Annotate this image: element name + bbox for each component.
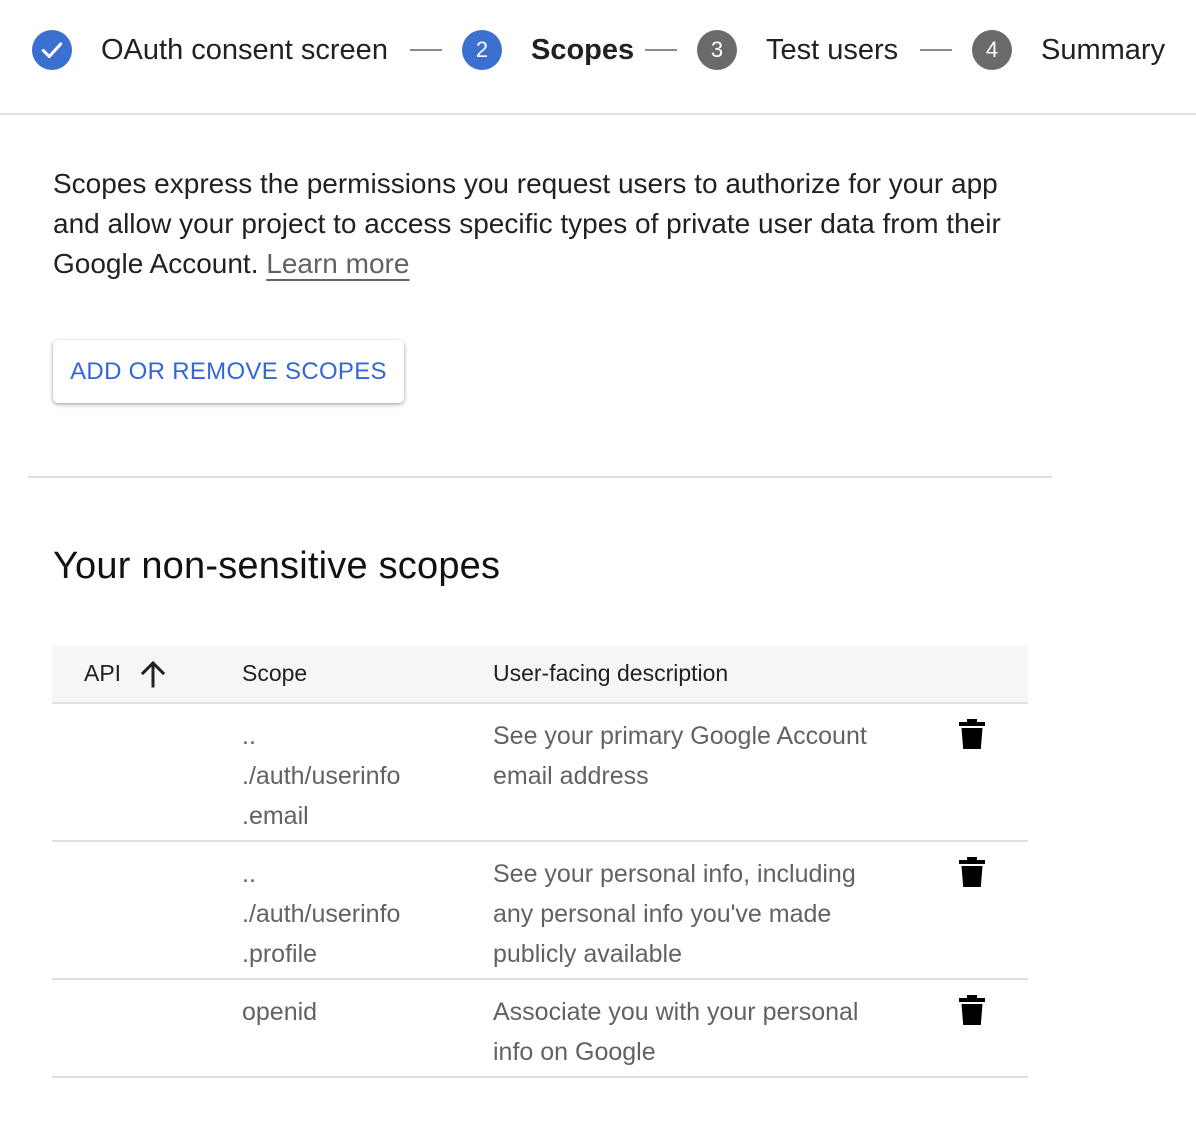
section-divider [28,476,1052,478]
table-header: API Scope User-facing description [52,646,1028,704]
section-title: Your non-sensitive scopes [53,545,501,587]
scopes-intro-text: Scopes express the permissions you reque… [53,164,1033,284]
scope-text: .. [242,860,256,888]
step-test-users[interactable]: 3 Test users [697,30,898,70]
table-row: .. ./auth/userinfo .email See your prima… [52,704,1028,842]
stepper: OAuth consent screen 2 Scopes 3 Test use… [0,0,1196,115]
scope-text: .email [242,802,309,830]
add-or-remove-scopes-button[interactable]: ADD OR REMOVE SCOPES [53,340,404,403]
description-text: Associate you with your personal [493,998,859,1026]
step-separator [645,49,677,51]
step-label: OAuth consent screen [101,33,388,66]
scope-cell: .. ./auth/userinfo .email [242,716,462,836]
description-text: See your primary Google Account [493,722,867,750]
arrow-upward-icon[interactable] [140,659,166,689]
description-text: info on Google [493,1038,656,1066]
description-text: See your personal info, including [493,860,856,888]
scope-text: openid [242,998,318,1026]
scope-cell: .. ./auth/userinfo .profile [242,854,462,974]
description-cell: See your primary Google Account email ad… [493,716,913,796]
step-2-number-badge: 2 [462,30,502,70]
step-separator [920,49,952,51]
scope-text: .profile [242,940,318,968]
description-text: email address [493,762,649,790]
scope-text: .. [242,722,256,750]
column-header-api[interactable]: API [84,660,121,687]
check-icon [41,42,63,59]
step-separator [410,49,442,51]
step-scopes[interactable]: 2 Scopes [462,30,634,70]
scope-text: ./auth/userinfo [242,900,401,928]
step-label: Scopes [531,33,635,66]
step-3-number-badge: 3 [697,30,737,70]
table-row: .. ./auth/userinfo .profile See your per… [52,842,1028,980]
description-cell: Associate you with your personal info on… [493,992,913,1072]
scope-text: ./auth/userinfo [242,762,401,790]
column-header-scope: Scope [242,660,308,686]
description-cell: See your personal info, including any pe… [493,854,913,974]
description-text: any personal info you've made [493,900,832,928]
trash-icon[interactable] [958,718,986,750]
description-text: publicly available [493,940,683,968]
learn-more-link[interactable]: Learn more [266,248,409,279]
trash-icon[interactable] [958,856,986,888]
intro-description: Scopes express the permissions you reque… [53,168,1001,279]
table-row: openid Associate you with your personal … [52,980,1028,1078]
step-label: Test users [766,33,899,66]
scope-cell: openid [242,992,462,1032]
step-oauth-consent-screen[interactable]: OAuth consent screen [32,30,388,70]
step-4-number-badge: 4 [972,30,1012,70]
step-label: Summary [1041,33,1166,66]
step-1-complete-badge [32,30,72,70]
trash-icon[interactable] [958,994,986,1026]
step-summary[interactable]: 4 Summary [972,30,1165,70]
scopes-table: API Scope User-facing description .. ./a… [52,646,1028,1078]
column-header-description: User-facing description [493,660,729,686]
